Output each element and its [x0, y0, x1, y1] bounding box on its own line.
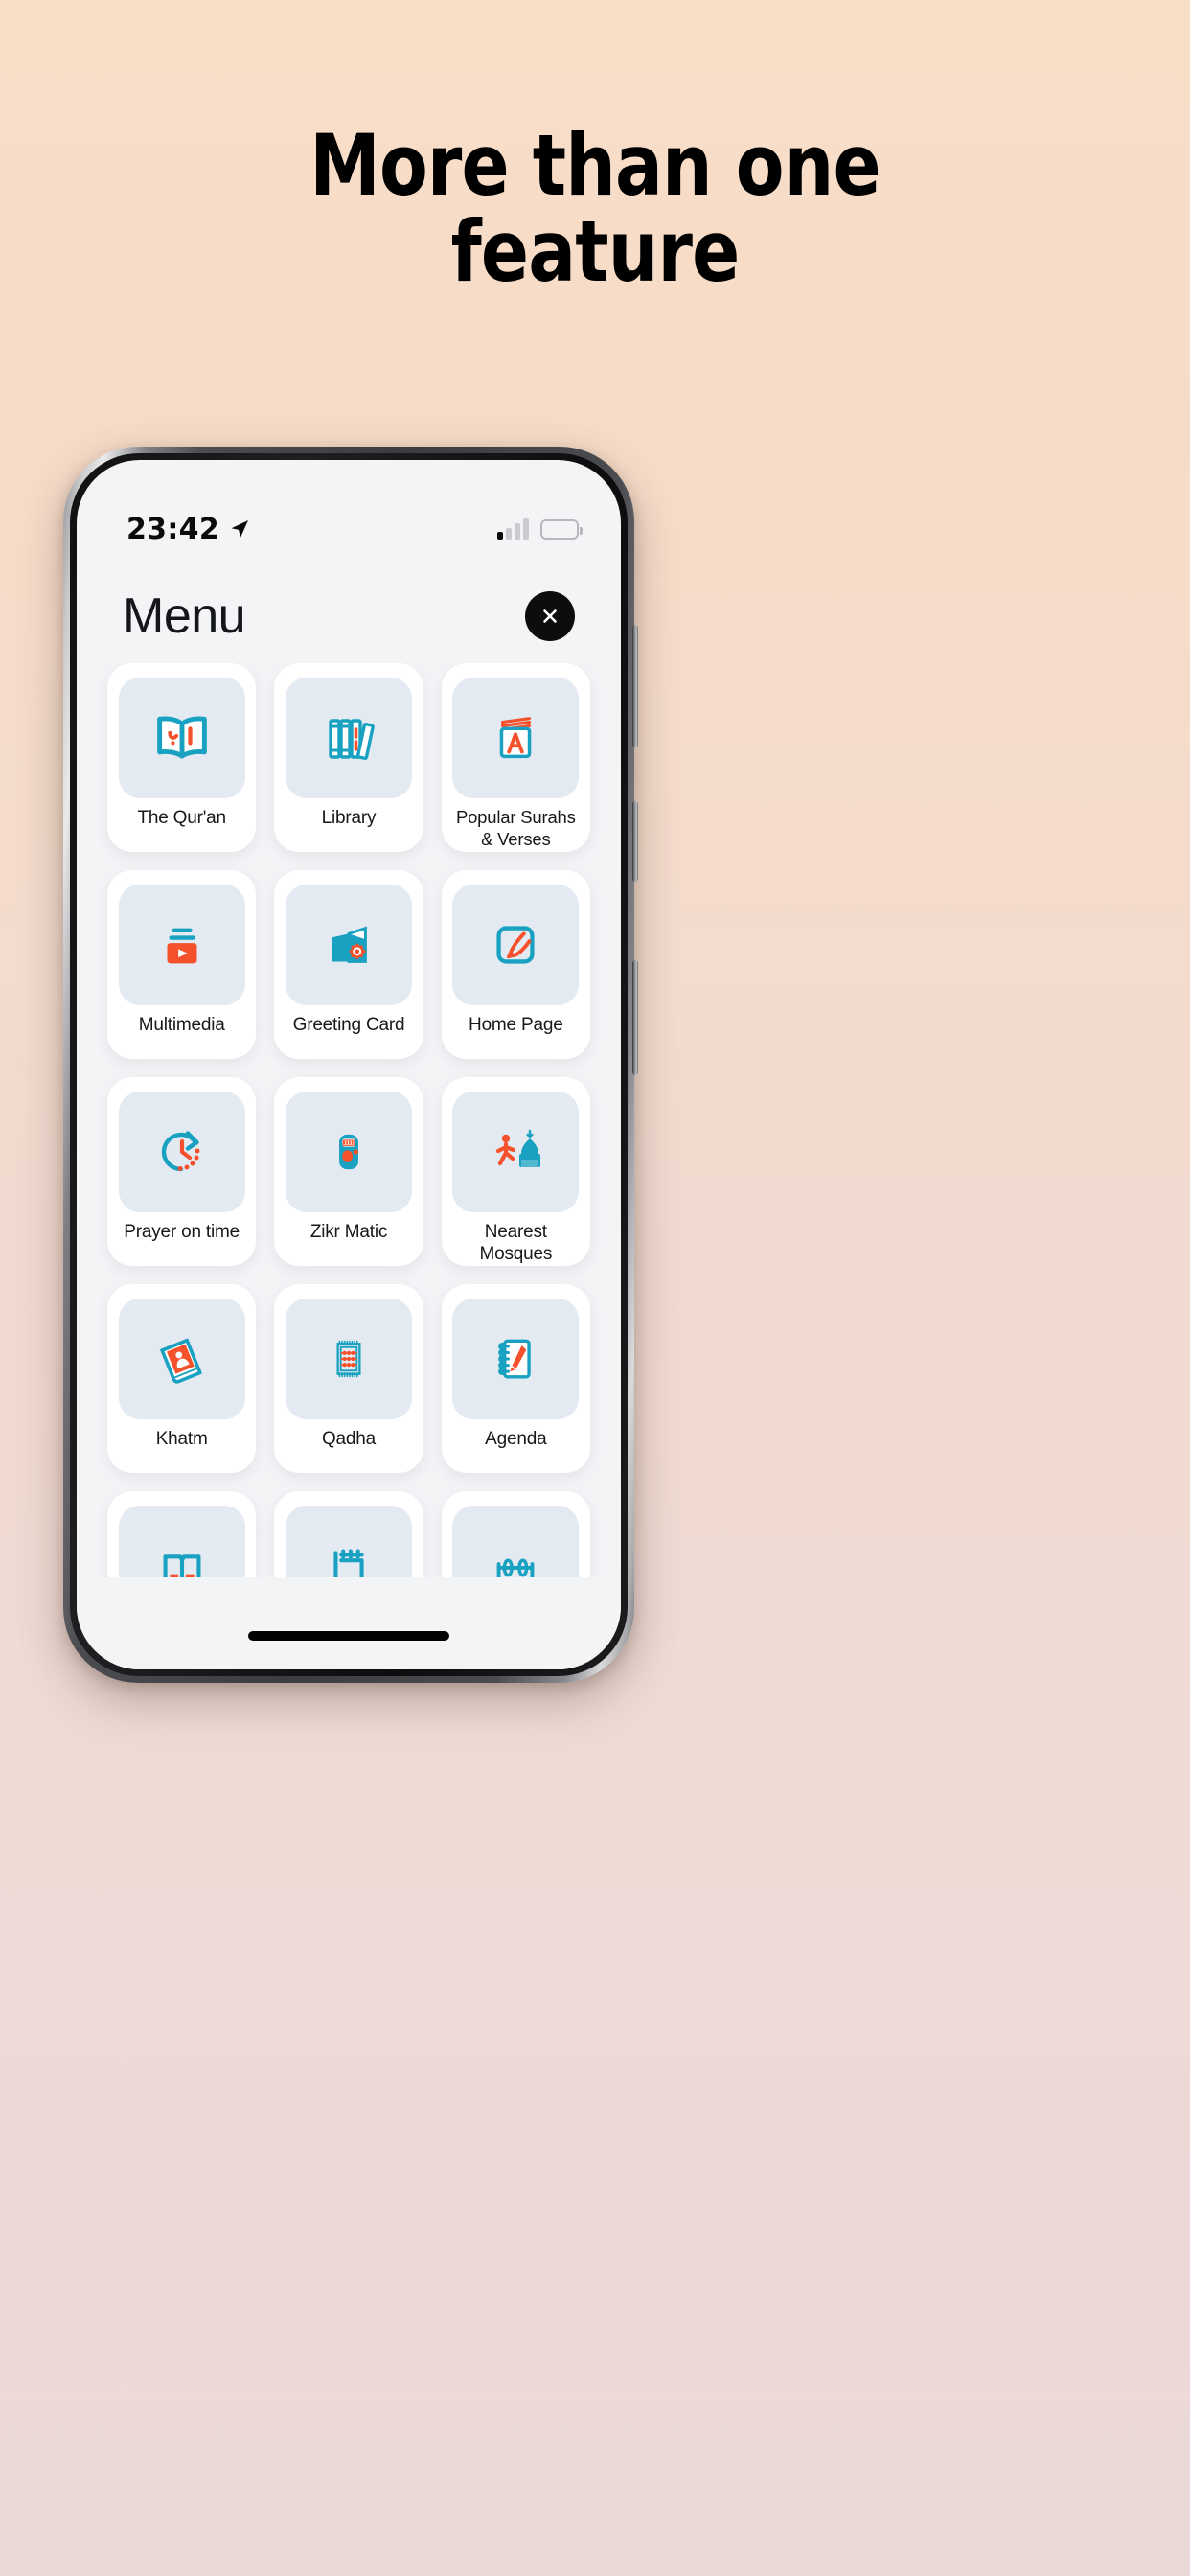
menu-card[interactable]: Zikr Matic [274, 1077, 423, 1266]
status-bar: 23:42 [77, 460, 621, 565]
greeting-card-icon [332, 926, 367, 963]
menu-card-icon-tile [285, 1299, 412, 1419]
bookshelf-icon [329, 719, 375, 760]
phone-volume-down-button[interactable] [632, 801, 638, 882]
clock-arrow-icon [161, 1131, 200, 1172]
battery-icon [540, 518, 583, 540]
menu-card[interactable]: Khatm [107, 1284, 257, 1473]
status-time: 23:42 [126, 512, 219, 546]
menu-card-label: Library [321, 808, 377, 828]
tally-counter-icon [339, 1134, 358, 1170]
menu-card-label: Prayer on time [124, 1222, 240, 1242]
menu-card-label: The Qur'an [137, 808, 226, 828]
menu-card-icon-tile [285, 885, 412, 1005]
page-headline: More than one feature [95, 123, 1094, 295]
phone-volume-up-button[interactable] [632, 625, 638, 748]
home-indicator[interactable] [248, 1631, 449, 1641]
video-play-icon [167, 928, 197, 964]
menu-card-icon-tile [285, 678, 412, 798]
menu-card[interactable]: The Qur'an [107, 663, 257, 852]
notebook-pencil-icon [498, 1339, 532, 1379]
close-x-icon [543, 610, 557, 623]
tilted-book-icon [159, 1338, 202, 1384]
menu-card-label: Home Page [469, 1015, 563, 1035]
cellular-signal-icon [497, 518, 529, 540]
menu-card[interactable]: Greeting Card [274, 870, 423, 1059]
menu-card-icon-tile [118, 678, 245, 798]
open-book-icon [156, 716, 207, 759]
menu-card[interactable]: Agenda [441, 1284, 590, 1473]
close-button[interactable] [525, 591, 575, 641]
menu-card-label: Agenda [485, 1429, 547, 1449]
location-arrow-icon [231, 520, 248, 538]
menu-grid: The Qur'an Library Popular Surahs & Verse… [77, 663, 621, 1669]
menu-card-icon-tile [452, 678, 580, 798]
menu-card[interactable]: Popular Surahs & Verses [441, 663, 590, 852]
menu-card-icon-tile [118, 885, 245, 1005]
menu-card[interactable]: Multimedia [107, 870, 257, 1059]
status-bar-left: 23:42 [126, 513, 251, 546]
walking-mosque-icon [496, 1129, 541, 1167]
menu-card[interactable]: Home Page [441, 870, 590, 1059]
status-bar-right [497, 518, 583, 540]
menu-card-label: Zikr Matic [309, 1222, 388, 1242]
phone-mockup: 23:42 Menu The Qur'an Library Popular Su… [63, 447, 638, 1683]
menu-card-label: Multimedia [138, 1015, 225, 1035]
menu-header: Menu [77, 564, 621, 669]
menu-card-icon-tile [118, 1299, 245, 1419]
menu-card-label: Qadha [321, 1429, 377, 1449]
menu-card-label: Greeting Card [292, 1015, 405, 1035]
bottom-safe-area [77, 1577, 621, 1669]
menu-card[interactable]: Qadha [274, 1284, 423, 1473]
menu-card-icon-tile [452, 1299, 580, 1419]
menu-card-icon-tile [285, 1092, 412, 1212]
headline-line-2: feature [450, 201, 741, 301]
phone-power-button[interactable] [632, 960, 638, 1075]
phone-screen: 23:42 Menu The Qur'an Library Popular Su… [77, 460, 621, 1669]
menu-card[interactable]: Prayer on time [107, 1077, 257, 1266]
page-title: Menu [123, 588, 246, 644]
menu-card-icon-tile [452, 885, 580, 1005]
menu-card[interactable]: Nearest Mosques [441, 1077, 590, 1266]
menu-card-icon-tile [452, 1092, 580, 1212]
prayer-mat-abacus-icon [336, 1340, 361, 1378]
book-letter-a-icon [500, 717, 532, 759]
headline-line-1: More than one [309, 116, 881, 215]
menu-card[interactable]: Library [274, 663, 423, 852]
menu-card-label: Popular Surahs & Verses [455, 807, 576, 849]
brush-square-icon [496, 926, 535, 964]
menu-card-icon-tile [118, 1092, 245, 1212]
menu-card-label: Khatm [155, 1429, 208, 1449]
menu-card-label: Nearest Mosques [479, 1222, 553, 1265]
